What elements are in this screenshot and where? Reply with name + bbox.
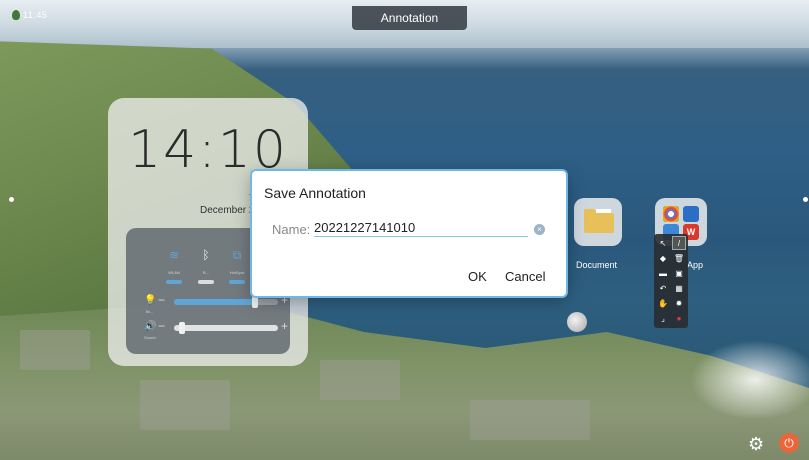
speaker-icon: 🔊 [144, 321, 157, 332]
resize-icon[interactable]: ⌟ [657, 312, 669, 324]
cancel-button[interactable]: Cancel [505, 269, 545, 284]
hotspot-toggle[interactable] [229, 280, 245, 284]
document-app-label: Document [576, 260, 618, 270]
right-edge-handle[interactable] [803, 197, 808, 202]
sound-minus-button[interactable]: − [158, 319, 165, 333]
grid-icon[interactable]: ▦ [673, 282, 685, 294]
annotation-toolbar: ↖ / ◆ 🗑 ▬ ▣ ↶ ▦ ✋ ✹ ⌟ ● [654, 234, 688, 328]
settings-icon[interactable]: ✹ [673, 297, 685, 309]
brightness-icon: 💡 [144, 295, 157, 306]
brightness-fill [174, 299, 256, 305]
left-edge-handle[interactable] [9, 197, 14, 202]
name-label: Name: [272, 222, 311, 237]
logo-text: 11:45 [23, 10, 48, 20]
leaf-icon [12, 10, 20, 20]
bluetooth-icon[interactable]: ᛒ [196, 248, 216, 262]
folder-icon [584, 209, 614, 233]
document-app-icon[interactable] [574, 198, 622, 246]
pen-icon[interactable]: / [672, 236, 686, 250]
hand-icon[interactable]: ✋ [657, 297, 669, 309]
wifi-toggle[interactable] [166, 280, 182, 284]
sound-label: Sound [144, 335, 156, 340]
chrome-icon [663, 206, 679, 222]
brightness-minus-button[interactable]: − [158, 293, 165, 307]
ok-button[interactable]: OK [468, 269, 487, 284]
hotspot-icon[interactable]: ⧉ [227, 248, 247, 263]
clock-date: December 2 [200, 205, 255, 216]
rock-patch [20, 330, 90, 370]
save-annotation-dialog: Save Annotation Name: 20221227141010 × O… [252, 171, 566, 296]
close-annotation-icon[interactable]: ● [673, 312, 685, 324]
annotation-title-bar[interactable]: Annotation [352, 6, 467, 30]
sound-slider[interactable] [174, 322, 278, 334]
wifi-icon[interactable]: ≋ [164, 248, 184, 262]
power-icon[interactable]: ⏻ [779, 433, 799, 453]
brand-logo: 11:45 [12, 10, 47, 20]
rock-patch [320, 360, 400, 400]
floating-assistive-ball[interactable] [567, 312, 587, 332]
browser-icon [683, 206, 699, 222]
annotation-title: Annotation [380, 11, 439, 25]
brightness-slider[interactable] [174, 296, 278, 308]
undo-icon[interactable]: ↶ [657, 282, 669, 294]
sound-plus-button[interactable]: + [281, 319, 288, 333]
name-input[interactable]: 20221227141010 [314, 220, 528, 237]
bluetooth-toggle[interactable] [198, 280, 214, 284]
brightness-label: Br... [146, 309, 154, 314]
trash-icon[interactable]: 🗑 [673, 252, 685, 264]
brightness-knob[interactable] [252, 296, 259, 308]
sound-knob[interactable] [179, 322, 186, 334]
wifi-label: WLAN [168, 270, 180, 275]
dialog-title: Save Annotation [264, 185, 366, 201]
cursor-icon[interactable]: ↖ [657, 237, 669, 249]
save-icon[interactable]: ▣ [673, 267, 685, 279]
surf-foam [690, 340, 809, 420]
app-group-label: App [687, 260, 704, 270]
fill-icon[interactable]: ◆ [657, 252, 669, 264]
gear-icon[interactable]: ⚙ [748, 434, 764, 455]
clear-input-icon[interactable]: × [534, 224, 545, 235]
hotspot-label: HotSpot [229, 270, 245, 275]
rock-patch [140, 380, 230, 430]
rock-patch [470, 400, 590, 440]
bluetooth-label: B... [202, 270, 209, 275]
open-folder-icon[interactable]: ▬ [657, 267, 669, 279]
